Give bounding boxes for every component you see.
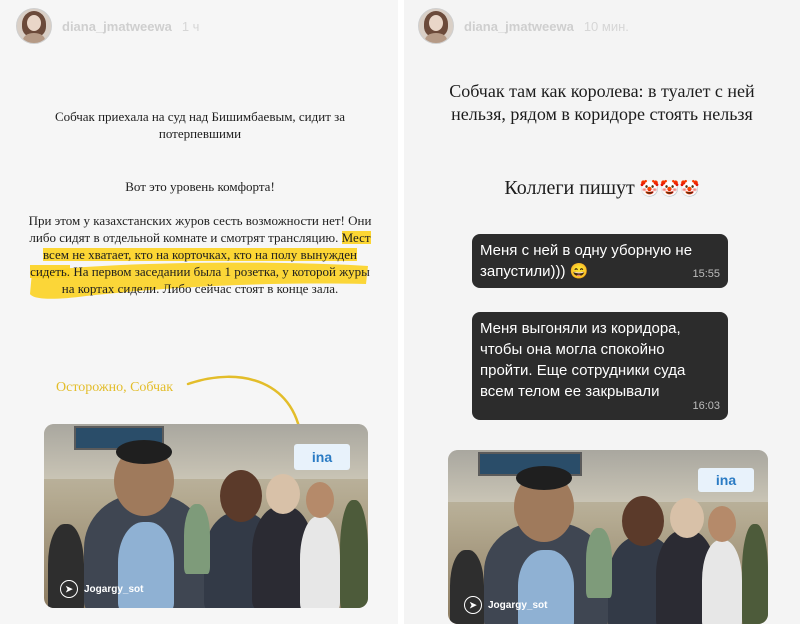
telegram-icon: ➤ bbox=[464, 596, 482, 614]
message-text: Меня выгоняли из коридора, чтобы она мог… bbox=[480, 320, 686, 400]
watermark-text: Jogargy_sot bbox=[84, 583, 144, 595]
story-text-colleagues: Коллеги пишут 🤡🤡🤡 bbox=[424, 176, 780, 201]
photo-watermark: ➤ Jogargy_sot bbox=[60, 580, 143, 598]
ina-logo: ina bbox=[294, 444, 350, 470]
username[interactable]: diana_jmatweewa bbox=[62, 19, 172, 34]
username[interactable]: diana_jmatweewa bbox=[464, 19, 574, 34]
photo-watermark: ➤ Jogargy_sot bbox=[464, 596, 547, 614]
story-header: diana_jmatweewa 10 мин. bbox=[418, 8, 629, 44]
message-time: 15:55 bbox=[692, 268, 720, 280]
avatar[interactable] bbox=[418, 8, 454, 44]
message-bubble: Меня с ней в одну уборную не запустили))… bbox=[472, 234, 728, 288]
story-text-no-seats: При этом у казахстанских журов сесть воз… bbox=[28, 213, 372, 245]
message-text: Меня с ней в одну уборную не запустили))… bbox=[480, 242, 693, 280]
post-time: 10 мин. bbox=[583, 18, 629, 34]
clown-emoji: 🤡🤡🤡 bbox=[639, 179, 700, 198]
courtroom-photo: ina ➤ Jogargy_sot bbox=[448, 450, 768, 624]
message-bubble: Меня выгоняли из коридора, чтобы она мог… bbox=[472, 312, 728, 420]
story-text-socket: На первом заседании была 1 розетка, у ко… bbox=[61, 264, 370, 296]
courtroom-photo: ina ➤ Jogargy_sot bbox=[44, 424, 368, 608]
ina-logo: ina bbox=[698, 468, 754, 492]
telegram-icon: ➤ bbox=[60, 580, 78, 598]
colleagues-label: Коллеги пишут bbox=[504, 177, 635, 199]
post-time: 1 ч bbox=[181, 18, 200, 34]
story-header: diana_jmatweewa 1 ч bbox=[16, 8, 199, 44]
handwritten-note: Осторожно, Собчак bbox=[56, 380, 174, 395]
watermark-text: Jogargy_sot bbox=[488, 599, 548, 611]
story-text-queen: Собчак там как королева: в туалет с ней … bbox=[449, 81, 755, 124]
story-text-intro: Собчак приехала на суд над Бишимбаевым, … bbox=[54, 109, 346, 141]
story-panel-left[interactable]: diana_jmatweewa 1 ч Собчак приехала на с… bbox=[0, 0, 398, 624]
message-time: 16:03 bbox=[692, 400, 720, 412]
avatar[interactable] bbox=[16, 8, 52, 44]
story-text-comfort: Вот это уровень комфорта! bbox=[125, 179, 275, 194]
story-text-body: При этом у казахстанских журов сесть воз… bbox=[24, 212, 376, 297]
